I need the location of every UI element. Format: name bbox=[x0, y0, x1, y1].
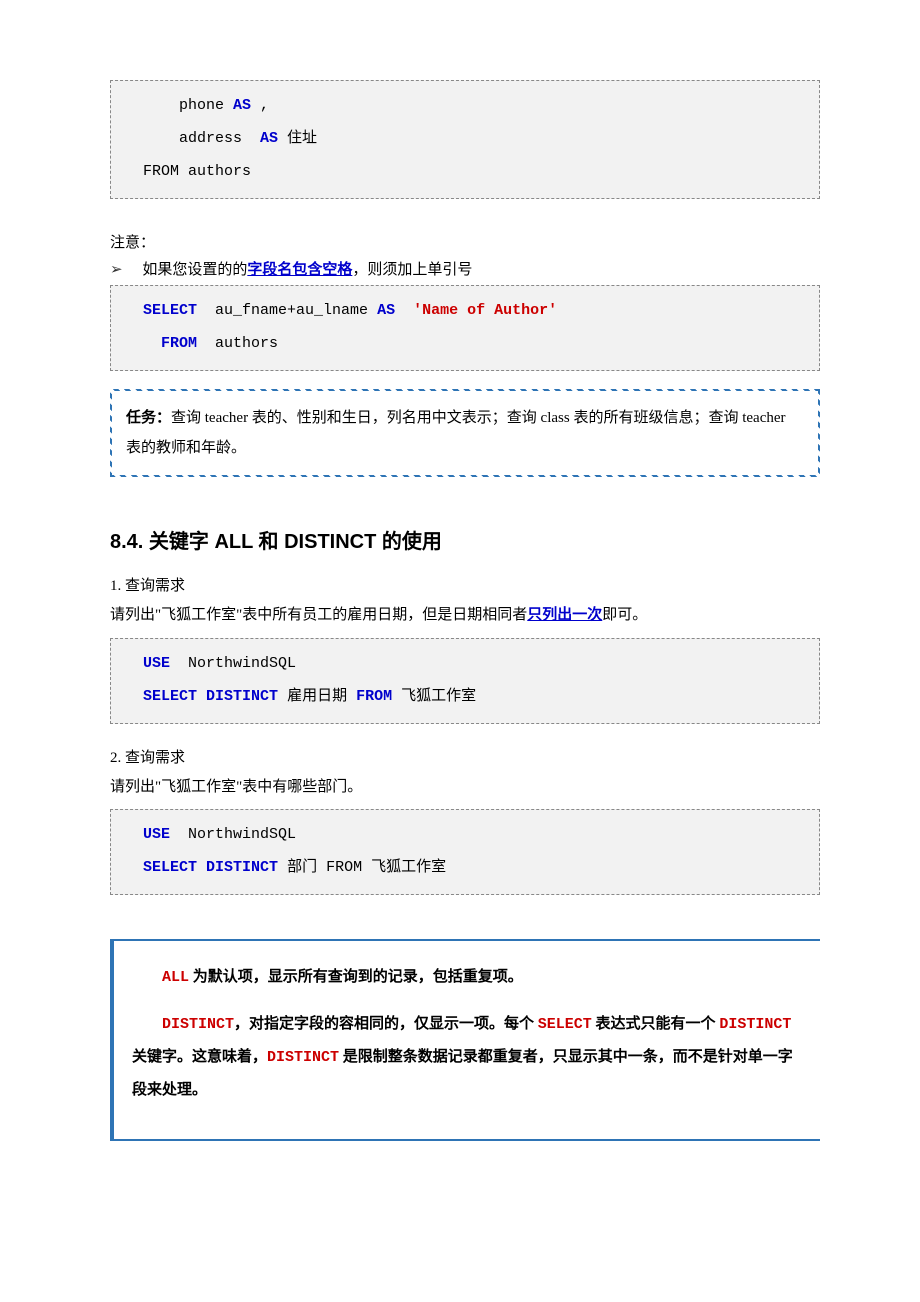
keyword-distinct: DISTINCT bbox=[267, 1049, 339, 1066]
string-literal: 'Name of Author' bbox=[413, 302, 557, 319]
requirement-1-desc: 请列出"飞狐工作室"表中所有员工的雇用日期，但是日期相同者只列出一次即可。 bbox=[110, 601, 820, 630]
keyword-select: SELECT bbox=[143, 688, 197, 705]
code-text: authors bbox=[197, 335, 278, 352]
emph-paragraph-1: ALL 为默认项，显示所有查询到的记录，包括重复项。 bbox=[132, 961, 802, 994]
code-text: 飞狐工作室 bbox=[392, 688, 476, 705]
keyword-as: AS bbox=[377, 302, 395, 319]
emph-paragraph-2: DISTINCT，对指定字段的容相同的，仅显示一项。每个 SELECT 表达式只… bbox=[132, 1008, 802, 1107]
emphasis-box: ALL 为默认项，显示所有查询到的记录，包括重复项。 DISTINCT，对指定字… bbox=[110, 939, 820, 1141]
code-text: 部门 bbox=[278, 859, 326, 876]
code-indent bbox=[125, 335, 161, 352]
keyword-use: USE bbox=[143, 655, 170, 672]
code-text bbox=[395, 302, 413, 319]
req1-highlight: 只列出一次 bbox=[527, 607, 602, 623]
note-text-post: ，则须加上单引号 bbox=[352, 262, 472, 278]
code-block-4: USE NorthwindSQL SELECT DISTINCT 部门 FROM… bbox=[110, 809, 820, 895]
keyword-distinct: DISTINCT bbox=[162, 1016, 234, 1033]
code-text: 住址 bbox=[278, 130, 317, 147]
note-text-pre: 如果您设置的的 bbox=[142, 262, 247, 278]
code-text: FROM authors bbox=[125, 163, 251, 180]
emph-text: 关键字。这意味着， bbox=[132, 1049, 267, 1065]
task-text: 查询 teacher 表的、性别和生日，列名用中文表示；查询 class 表的所… bbox=[126, 410, 786, 456]
code-text: au_fname+au_lname bbox=[197, 302, 377, 319]
keyword-distinct: DISTINCT bbox=[719, 1016, 791, 1033]
note-bullet: ➢ 如果您设置的的字段名包含空格，则须加上单引号 bbox=[110, 258, 820, 279]
code-indent bbox=[125, 302, 143, 319]
code-text: , bbox=[251, 97, 269, 114]
keyword-from: FROM bbox=[356, 688, 392, 705]
code-from: FROM bbox=[326, 859, 362, 876]
keyword-from: FROM bbox=[161, 335, 197, 352]
keyword-select: SELECT bbox=[143, 302, 197, 319]
keyword-select: SELECT bbox=[538, 1016, 592, 1033]
section-heading: 8.4. 关键字 ALL 和 DISTINCT 的使用 bbox=[110, 525, 820, 554]
req1-pre: 请列出"飞狐工作室"表中所有员工的雇用日期，但是日期相同者 bbox=[110, 607, 527, 623]
task-label: 任务： bbox=[126, 410, 171, 426]
note-label: 注意： bbox=[110, 231, 820, 252]
code-block-3: USE NorthwindSQL SELECT DISTINCT 雇用日期 FR… bbox=[110, 638, 820, 724]
keyword-select: SELECT bbox=[143, 859, 197, 876]
note-highlight: 字段名包含空格 bbox=[247, 262, 352, 278]
code-block-1: phone AS , address AS 住址 FROM authors bbox=[110, 80, 820, 199]
emph-text: 为默认项，显示所有查询到的记录，包括重复项。 bbox=[189, 969, 523, 985]
arrow-icon: ➢ bbox=[110, 262, 123, 278]
code-text: 飞狐工作室 bbox=[362, 859, 446, 876]
keyword-all: ALL bbox=[162, 969, 189, 986]
req1-post: 即可。 bbox=[602, 607, 647, 623]
code-text: NorthwindSQL bbox=[170, 826, 296, 843]
code-text: address bbox=[125, 130, 260, 147]
code-block-2: SELECT au_fname+au_lname AS 'Name of Aut… bbox=[110, 285, 820, 371]
keyword-distinct: DISTINCT bbox=[206, 859, 278, 876]
keyword-as: AS bbox=[233, 97, 251, 114]
code-text: NorthwindSQL bbox=[170, 655, 296, 672]
code-text: 雇用日期 bbox=[278, 688, 356, 705]
requirement-2-desc: 请列出"飞狐工作室"表中有哪些部门。 bbox=[110, 773, 820, 802]
requirement-2-number: 2. 查询需求 bbox=[110, 746, 820, 767]
emph-text: ，对指定字段的容相同的，仅显示一项。每个 bbox=[234, 1016, 538, 1032]
code-text: phone bbox=[125, 97, 233, 114]
emph-text: 表达式只能有一个 bbox=[592, 1016, 720, 1032]
task-box: 任务：查询 teacher 表的、性别和生日，列名用中文表示；查询 class … bbox=[110, 389, 820, 477]
keyword-as: AS bbox=[260, 130, 278, 147]
requirement-1-number: 1. 查询需求 bbox=[110, 574, 820, 595]
keyword-distinct: DISTINCT bbox=[206, 688, 278, 705]
keyword-use: USE bbox=[143, 826, 170, 843]
document-page: phone AS , address AS 住址 FROM authors 注意… bbox=[0, 0, 920, 1201]
